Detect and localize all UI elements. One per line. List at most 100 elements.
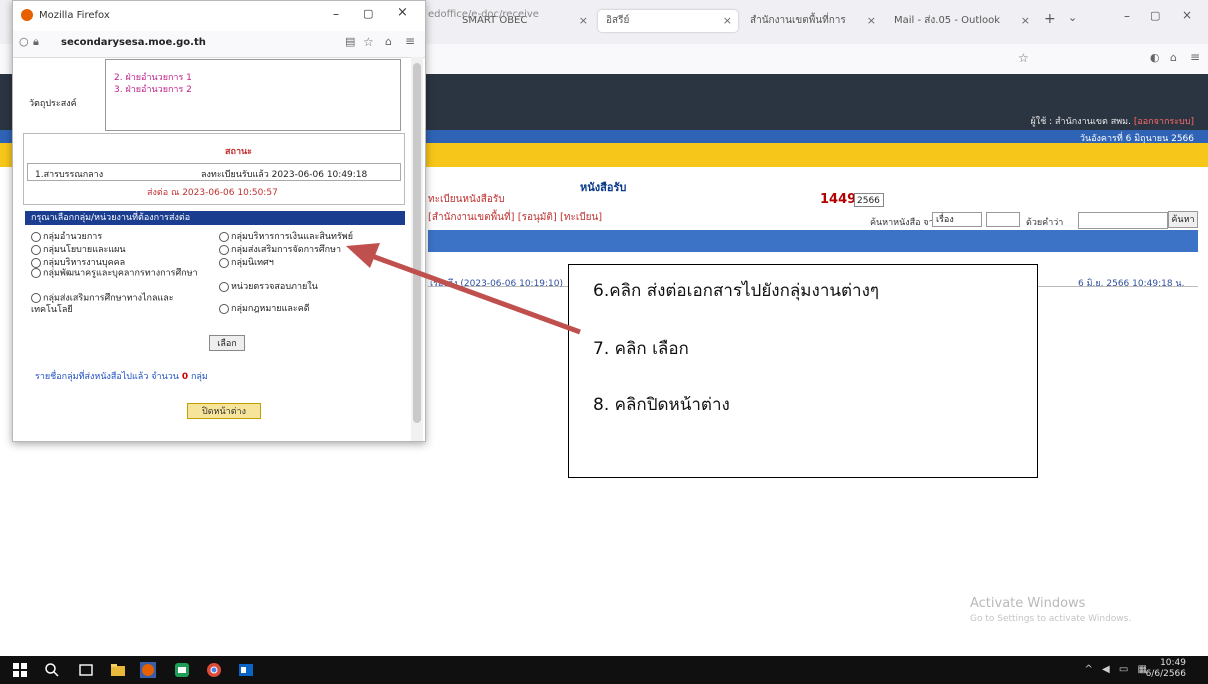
radio-icon[interactable] — [31, 268, 41, 278]
close-icon[interactable]: × — [1021, 10, 1030, 32]
row-subject[interactable]: เรื่องถึง (2023-06-06 10:19:10) — [430, 276, 563, 290]
logout-link[interactable]: [ออกจากระบบ] — [1134, 117, 1194, 127]
close-icon[interactable]: × — [397, 5, 408, 20]
clock[interactable]: 10:49 6/6/2566 — [1146, 658, 1186, 680]
group-option-label: กลุ่มนโยบายและแผน — [43, 245, 126, 255]
extensions-icon[interactable]: ⌂ — [1170, 51, 1177, 64]
search-icon[interactable] — [44, 662, 60, 678]
user-info-label: ผู้ใช้ : สำนักงานเขต สพม. — [1030, 117, 1131, 127]
popup-title-bar[interactable]: Mozilla Firefox – ▢ × — [13, 1, 425, 31]
popup-url-bar[interactable]: ○ 🔒︎ secondarysesa.moe.go.th ▤ ☆ ⌂ ≡ — [13, 31, 425, 58]
group-option-label: กลุ่มกฎหมายและคดี — [231, 304, 310, 314]
tab-active[interactable]: อิสรีย์ × — [598, 10, 738, 32]
reason-item: 3. ฝ่ายอำนวยการ 2 — [114, 85, 192, 95]
tab-office[interactable]: สำนักงานเขตพื้นที่การ × — [742, 10, 882, 32]
summary-count: 0 — [181, 372, 189, 382]
file-explorer-icon[interactable] — [110, 662, 126, 678]
radio-icon[interactable] — [219, 281, 229, 292]
firefox-icon[interactable] — [140, 662, 156, 678]
group-option[interactable]: กลุ่มอำนวยการ — [31, 229, 102, 243]
minimize-icon[interactable]: – — [333, 7, 339, 21]
summary-unit: กลุ่ม — [190, 372, 208, 382]
callout-step-7: 7. คลิก เลือก — [593, 339, 689, 359]
activate-windows-subtitle: Go to Settings to activate Windows. — [970, 614, 1132, 624]
group-option[interactable]: กลุ่มกฎหมายและคดี — [219, 301, 310, 315]
group-option[interactable]: กลุ่มพัฒนาครูและบุคลากรทางการศึกษา — [31, 268, 211, 280]
app-green-icon[interactable] — [174, 662, 190, 678]
group-option-label: กลุ่มนิเทศฯ — [231, 258, 274, 268]
close-icon[interactable]: × — [723, 10, 732, 32]
callout-step-8: 8. คลิกปิดหน้าต่าง — [593, 395, 730, 415]
group-option-forward[interactable]: กลุ่มส่งเสริมการจัดการศึกษา — [219, 242, 341, 256]
system-tray-icons[interactable]: ^ ◀ ▭ ▦ — [1084, 664, 1150, 675]
document-count: 1449 — [820, 192, 857, 207]
close-window-button[interactable]: ปิดหน้าต่าง — [187, 403, 261, 419]
search-field-select[interactable]: เรื่อง — [932, 212, 982, 227]
shield-icon[interactable]: ○ — [19, 35, 29, 48]
menu-icon[interactable]: ≡ — [1190, 50, 1200, 64]
popup-window: Mozilla Firefox – ▢ × ○ 🔒︎ secondarysesa… — [12, 0, 426, 442]
windows-start-icon[interactable] — [12, 662, 28, 678]
summary-text: รายชื่อกลุ่มที่ส่งหนังสือไปแล้ว จำนวน — [35, 372, 179, 382]
reason-box: 2. ฝ่ายอำนวยการ 1 3. ฝ่ายอำนวยการ 2 — [105, 59, 401, 131]
group-option-label: หน่วยตรวจสอบภายใน — [231, 282, 318, 292]
close-icon[interactable]: × — [579, 10, 588, 32]
task-view-icon[interactable] — [78, 662, 94, 678]
tab-outlook[interactable]: Mail - ส่ง.05 - Outlook × — [886, 10, 1036, 32]
close-icon[interactable]: × — [1182, 8, 1192, 22]
new-tab-icon[interactable]: + — [1044, 11, 1056, 27]
radio-icon[interactable] — [31, 244, 41, 255]
chevron-down-icon[interactable]: ⌄ — [1068, 11, 1077, 24]
group-option-label: กลุ่มอำนวยการ — [43, 232, 103, 242]
close-icon[interactable]: × — [867, 10, 876, 32]
radio-icon[interactable] — [31, 293, 41, 303]
table-header — [428, 230, 1198, 252]
minimize-icon[interactable]: – — [1124, 9, 1130, 23]
reader-icon[interactable]: ▤ — [345, 35, 355, 48]
clock-date: 6/6/2566 — [1145, 669, 1186, 679]
search-input[interactable] — [1078, 212, 1168, 229]
group-option-label: กลุ่มบริหารงานบุคคล — [43, 258, 126, 268]
maximize-icon[interactable]: ▢ — [1150, 9, 1160, 22]
radio-icon[interactable] — [219, 303, 229, 314]
tab-label: Mail - ส่ง.05 - Outlook — [894, 15, 1001, 26]
popup-url: secondarysesa.moe.go.th — [61, 37, 206, 48]
lock-icon[interactable]: 🔒︎ — [33, 35, 39, 49]
group-option[interactable]: กลุ่มบริหารการเงินและสินทรัพย์ — [219, 229, 353, 243]
sub-header-links[interactable]: [สำนักงานเขตพื้นที่] [รอนุมัติ] [ทะเบียน… — [428, 210, 602, 225]
group-option[interactable]: กลุ่มบริหารงานบุคคล — [31, 255, 125, 269]
star-icon[interactable]: ☆ — [363, 35, 374, 49]
year-select[interactable]: 2566 — [854, 193, 884, 207]
group-option[interactable]: กลุ่มนโยบายและแผน — [31, 242, 126, 256]
shield-icon[interactable]: ◐ — [1150, 51, 1160, 64]
instruction-callout: 6.คลิก ส่งต่อเอกสารไปยังกลุ่มงานต่างๆ 7.… — [568, 264, 1038, 478]
group-option[interactable]: กลุ่มนิเทศฯ — [219, 255, 274, 269]
radio-icon[interactable] — [219, 257, 229, 268]
tab-label: สำนักงานเขตพื้นที่การ — [750, 15, 846, 26]
callout-step-6: 6.คลิก ส่งต่อเอกสารไปยังกลุ่มงานต่างๆ — [593, 281, 880, 301]
outlook-icon[interactable] — [238, 662, 254, 678]
popup-scrollbar-thumb[interactable] — [413, 63, 421, 423]
group-option-label: กลุ่มส่งเสริมการศึกษาทางไกลและเทคโนโลยี — [31, 293, 174, 315]
user-info: ผู้ใช้ : สำนักงานเขต สพม. [ออกจากระบบ] — [1031, 114, 1194, 128]
maximize-icon[interactable]: ▢ — [363, 7, 373, 20]
search-mode-select[interactable] — [986, 212, 1020, 227]
group-option[interactable]: หน่วยตรวจสอบภายใน — [219, 279, 318, 293]
radio-icon[interactable] — [219, 244, 229, 255]
menu-icon[interactable]: ≡ — [405, 34, 415, 48]
group-option[interactable]: กลุ่มส่งเสริมการศึกษาทางไกลและเทคโนโลยี — [31, 293, 211, 316]
firefox-icon — [21, 9, 33, 21]
background-url-text: edoffice/e-doc/receive — [428, 9, 539, 20]
select-button[interactable]: เลือก — [209, 335, 245, 351]
star-icon[interactable]: ☆ — [1018, 51, 1029, 65]
chrome-icon[interactable] — [206, 662, 222, 678]
search-button[interactable]: ค้นหา — [1168, 211, 1198, 228]
extensions-icon[interactable]: ⌂ — [385, 35, 392, 48]
radio-icon[interactable] — [219, 231, 229, 242]
reason-label: วัตถุประสงค์ — [29, 99, 77, 109]
radio-icon[interactable] — [31, 231, 41, 242]
clock-time: 10:49 — [1160, 658, 1186, 668]
radio-icon[interactable] — [31, 257, 41, 268]
group-option-label: กลุ่มส่งเสริมการจัดการศึกษา — [231, 245, 342, 255]
tab-label: อิสรีย์ — [606, 15, 630, 26]
